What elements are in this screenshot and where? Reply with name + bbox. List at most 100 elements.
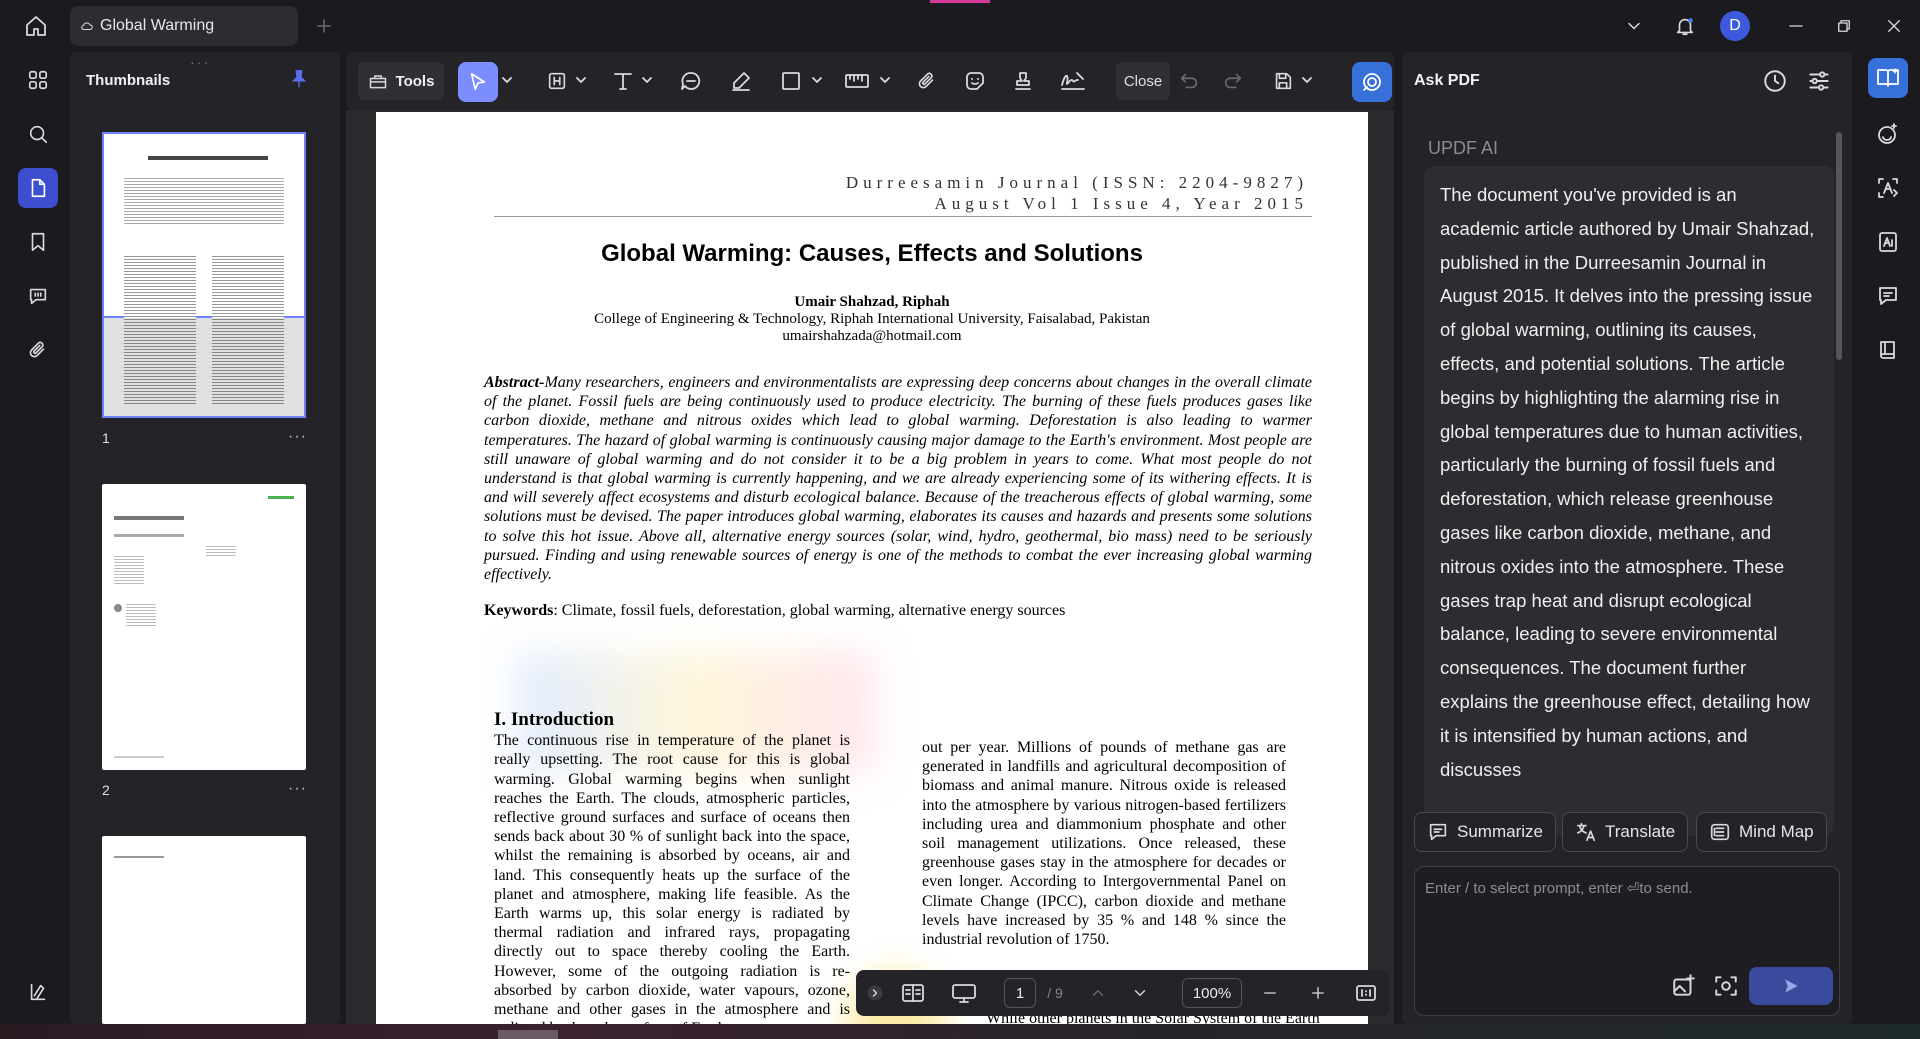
chevron-down-icon[interactable] — [812, 76, 822, 84]
mind-map-button[interactable]: Mind Map — [1696, 812, 1827, 852]
summarize-label: Summarize — [1457, 822, 1543, 841]
keywords-label: Keywords — [484, 602, 554, 619]
intro-heading: I. Introduction — [494, 709, 615, 730]
zoom-level-input[interactable]: 100% — [1182, 978, 1242, 1008]
thumbnail-page-number: 2 — [102, 782, 110, 798]
text-box-icon[interactable] — [542, 66, 572, 96]
page-thumbnail-3[interactable] — [102, 836, 306, 1024]
toolbox-icon — [369, 75, 386, 89]
grid-icon[interactable] — [18, 60, 58, 100]
screenshot-icon[interactable] — [1713, 973, 1739, 999]
taskbar-strip — [0, 1024, 1920, 1039]
restore-icon[interactable] — [1828, 12, 1860, 40]
select-icon[interactable] — [458, 62, 498, 102]
history-icon[interactable] — [1762, 68, 1788, 94]
ai-summary-doc-icon[interactable] — [1868, 222, 1908, 262]
abstract-text: Many researchers, engineers and environm… — [484, 374, 1312, 584]
new-tab-plus-icon[interactable] — [310, 14, 338, 38]
page-thumbnail-1[interactable] — [102, 132, 306, 418]
collapse-nav-icon[interactable] — [864, 978, 886, 1008]
page-icon[interactable] — [18, 168, 58, 208]
ai-scrollbar[interactable] — [1836, 132, 1842, 360]
signature-icon[interactable] — [1058, 66, 1088, 96]
chevron-down-icon[interactable] — [642, 76, 652, 84]
document-viewer[interactable]: Durreesamin Journal (ISSN: 2204-9827) Au… — [346, 110, 1394, 1024]
text-icon[interactable] — [608, 66, 638, 96]
thumbnail-more-icon[interactable]: ··· — [288, 428, 307, 446]
right-column: out per year. Millions of pounds of meth… — [922, 739, 1286, 949]
intro-column: I. Introduction The continuous rise in t… — [494, 710, 850, 1024]
keywords: Keywords: Climate, fossil fuels, defores… — [484, 602, 1065, 620]
tools-label: Tools — [395, 72, 435, 90]
author-block: Umair Shahzad, Riphah College of Enginee… — [376, 294, 1368, 345]
keywords-text: : Climate, fossil fuels, deforestation, … — [553, 602, 1066, 619]
author-affiliation: College of Engineering & Technology, Rip… — [594, 311, 1150, 327]
zoom-in-icon[interactable] — [1306, 978, 1330, 1008]
bookmark-icon[interactable] — [18, 222, 58, 262]
close-window-icon[interactable] — [1878, 12, 1910, 40]
translate-label: Translate — [1605, 822, 1676, 841]
zoom-out-icon[interactable] — [1258, 978, 1282, 1008]
ocr-translate-icon[interactable] — [1868, 168, 1908, 208]
book-icon[interactable] — [1868, 330, 1908, 370]
redo-icon[interactable] — [1218, 66, 1248, 96]
current-page-input[interactable]: 1 — [1004, 978, 1036, 1008]
shape-icon[interactable] — [776, 66, 806, 96]
ai-doc-chat-icon[interactable] — [1868, 276, 1908, 316]
sliders-icon[interactable] — [1806, 68, 1832, 94]
document-tab[interactable]: Global Warming — [70, 6, 298, 46]
save-icon[interactable] — [1268, 66, 1298, 96]
page-thumbnail-2[interactable] — [102, 484, 306, 770]
ai-smile-icon[interactable] — [1868, 114, 1908, 154]
notification-bell-icon[interactable] — [1670, 12, 1700, 40]
tools-button[interactable]: Tools — [358, 62, 444, 100]
next-page-icon[interactable] — [1128, 978, 1152, 1008]
left-rail — [8, 52, 64, 1024]
ai-assistant-icon[interactable] — [1352, 62, 1392, 102]
total-pages: / 9 — [1047, 985, 1063, 1001]
ask-pdf-title: Ask PDF — [1414, 72, 1480, 89]
presentation-icon[interactable] — [948, 978, 980, 1008]
send-button[interactable] — [1749, 967, 1833, 1005]
comment-icon[interactable] — [676, 66, 706, 96]
actual-size-icon[interactable] — [1352, 978, 1380, 1008]
translate-button[interactable]: Translate — [1562, 812, 1689, 852]
attach-icon[interactable] — [912, 66, 942, 96]
minimize-icon[interactable] — [1780, 12, 1812, 40]
chevron-down-icon[interactable] — [576, 76, 586, 84]
summarize-button[interactable]: Summarize — [1414, 812, 1556, 852]
search-icon[interactable] — [18, 114, 58, 154]
ask-pdf-panel: Ask PDF UPDF AI The document you've prov… — [1402, 52, 1852, 1024]
comment-icon[interactable] — [18, 276, 58, 316]
thumbnail-more-icon[interactable]: ··· — [288, 780, 307, 798]
chevron-down-icon[interactable] — [880, 76, 890, 84]
intro-text: The continuous rise in temperature of th… — [494, 732, 850, 1024]
pin-icon[interactable] — [288, 68, 310, 90]
undo-icon[interactable] — [1174, 66, 1204, 96]
ai-chat-icon[interactable] — [1868, 58, 1908, 98]
taskbar-active-indicator — [498, 1030, 558, 1039]
chevron-down-icon[interactable] — [502, 76, 512, 84]
attachment-icon[interactable] — [18, 330, 58, 370]
author-email: umairshahzada@hotmail.com — [782, 328, 962, 344]
image-upload-icon[interactable] — [1671, 973, 1697, 999]
title-accent-mark — [930, 0, 990, 3]
ruler-icon[interactable] — [842, 66, 872, 96]
settings-icon[interactable] — [18, 972, 58, 1012]
avatar[interactable]: D — [1720, 11, 1750, 41]
two-page-view-icon[interactable] — [898, 978, 928, 1008]
journal-line: Durreesamin Journal (ISSN: 2204-9827) — [845, 173, 1308, 192]
pdf-page[interactable]: Durreesamin Journal (ISSN: 2204-9827) Au… — [376, 112, 1368, 1024]
prompt-input[interactable]: Enter / to select prompt, enter ⏎to send… — [1414, 866, 1840, 1016]
home-icon[interactable] — [20, 12, 52, 40]
drag-handle[interactable]: ··· — [190, 54, 210, 70]
abstract: Abstract-Many researchers, engineers and… — [484, 373, 1312, 584]
close-tools-button[interactable]: Close — [1116, 62, 1170, 100]
chevron-down-icon[interactable] — [1620, 14, 1648, 38]
sticker-icon[interactable] — [960, 66, 990, 96]
stamp-icon[interactable] — [1008, 66, 1038, 96]
chevron-down-icon[interactable] — [1302, 76, 1312, 84]
right-rail — [1856, 52, 1920, 1024]
highlight-icon[interactable] — [726, 66, 756, 96]
previous-page-icon[interactable] — [1086, 978, 1110, 1008]
